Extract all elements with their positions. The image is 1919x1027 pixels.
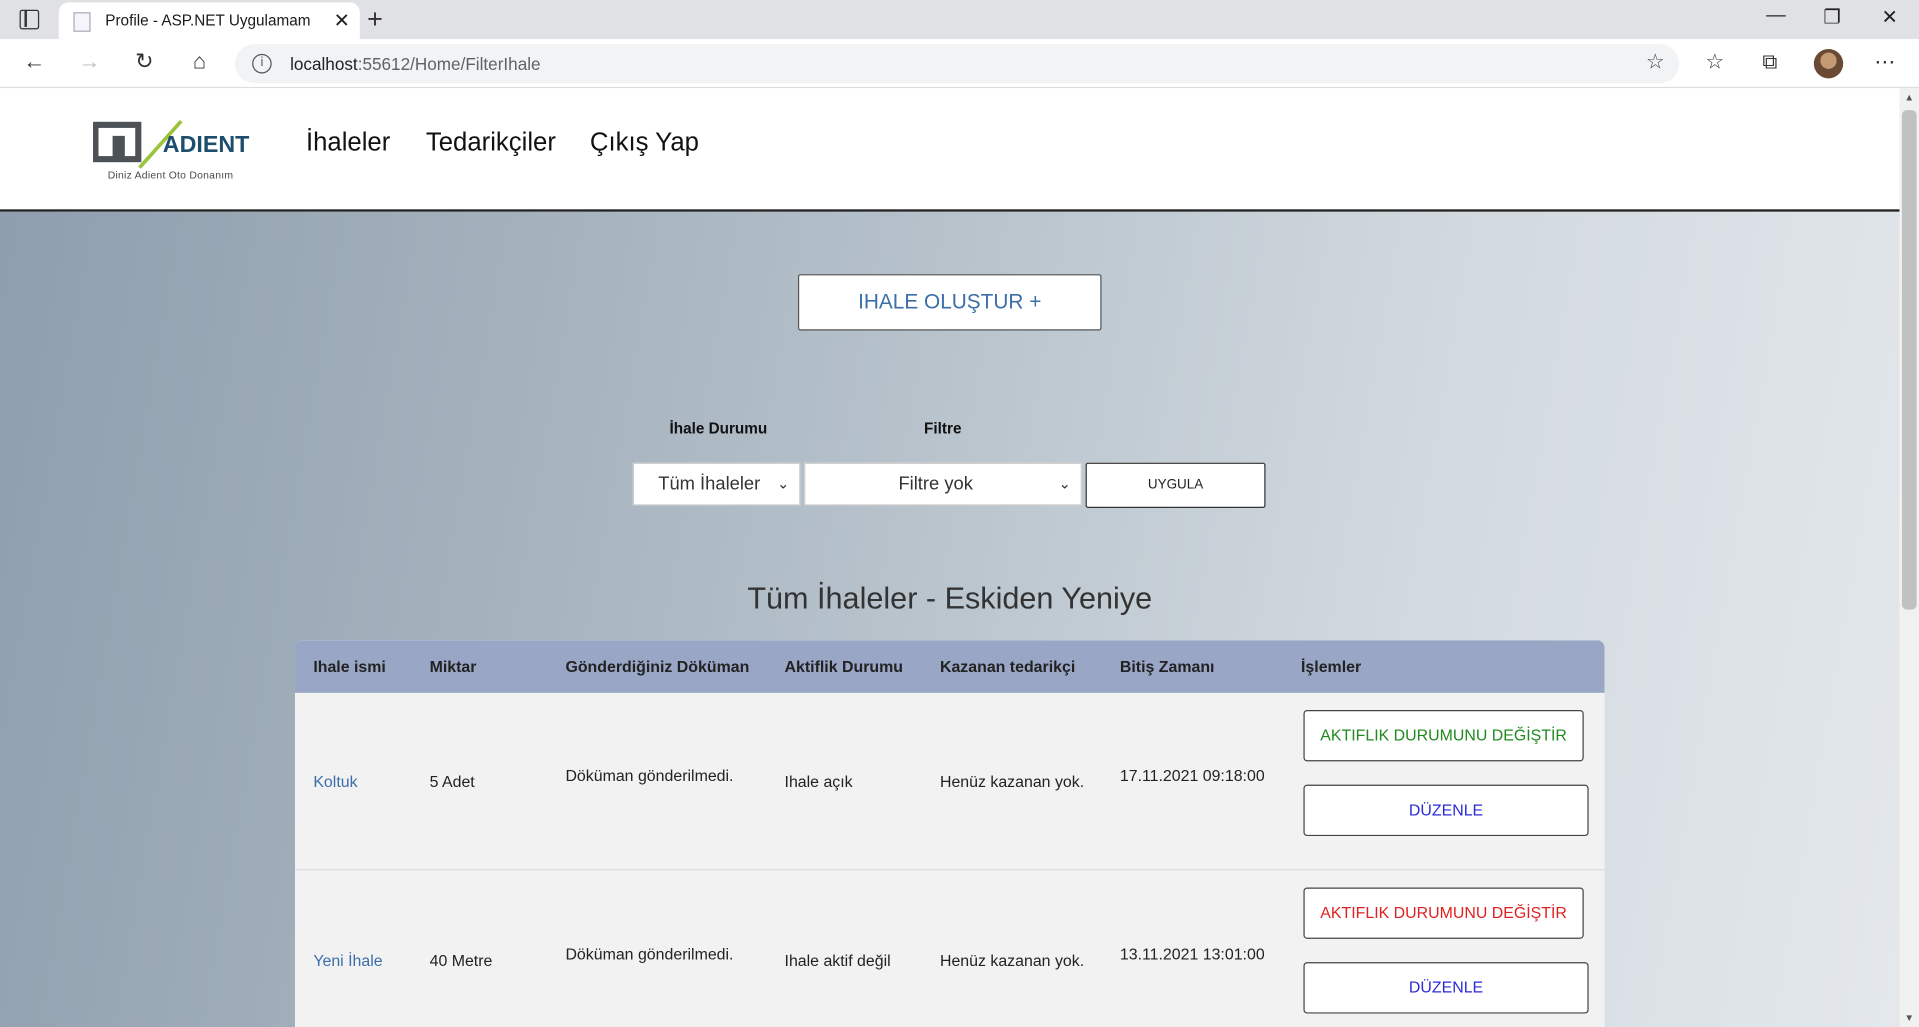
- winner-cell: Henüz kazanan yok.: [939, 772, 1085, 791]
- section-title: Tüm İhaleler - Eskiden Yeniye: [747, 581, 1153, 616]
- amount-cell: 40 Metre: [429, 951, 493, 970]
- table-header: Ihale ismi Miktar Gönderdiğiniz Döküman …: [294, 640, 1605, 693]
- status-select-value: Tüm İhaleler: [658, 473, 761, 495]
- table-row: Koltuk 5 Adet Döküman gönderilmedi. Ihal…: [294, 693, 1605, 871]
- scroll-up-icon[interactable]: ▲: [1904, 92, 1914, 103]
- amount-cell: 5 Adet: [429, 772, 475, 791]
- end-time-cell: 17.11.2021 09:18:00: [1119, 766, 1265, 785]
- column-header: Gönderdiğiniz Döküman: [565, 657, 750, 676]
- column-header: İşlemler: [1301, 657, 1362, 676]
- tab-actions-icon[interactable]: [19, 9, 40, 30]
- winner-cell: Henüz kazanan yok.: [939, 951, 1085, 970]
- back-icon[interactable]: ←: [18, 49, 50, 75]
- info-icon[interactable]: i: [252, 53, 272, 74]
- ihale-name-link[interactable]: Yeni İhale: [313, 951, 382, 969]
- end-time-cell: 13.11.2021 13:01:00: [1119, 945, 1265, 964]
- table-row: Yeni İhale 40 Metre Döküman gönderilmedi…: [295, 870, 1605, 1027]
- create-ihale-button[interactable]: IHALE OLUŞTUR +: [797, 274, 1102, 331]
- chevron-down-icon: ⌄: [777, 474, 790, 493]
- status-cell: Ihale açık: [784, 772, 853, 791]
- edit-button[interactable]: DÜZENLE: [1303, 784, 1589, 837]
- column-header: Aktiflik Durumu: [784, 657, 903, 676]
- address-bar[interactable]: i localhost:55612/Home/FilterIhale ☆: [234, 44, 1680, 84]
- site-header: ADIENT Diniz Adient Oto Donanım İhaleler…: [0, 88, 1900, 212]
- filter-select-value: Filtre yok: [898, 473, 973, 495]
- status-cell: Ihale aktif değil: [784, 951, 891, 970]
- refresh-icon[interactable]: ↻: [129, 49, 161, 75]
- page: ADIENT Diniz Adient Oto Donanım İhaleler…: [0, 88, 1900, 1027]
- close-window-icon[interactable]: ✕: [1865, 5, 1914, 29]
- tab-strip: Profile - ASP.NET Uygulamam ✕ + — ❐ ✕: [0, 0, 1919, 40]
- column-header: Kazanan tedarikçi: [939, 657, 1076, 676]
- nav-cikis-yap[interactable]: Çıkış Yap: [590, 129, 699, 158]
- column-header: Ihale ismi: [313, 657, 386, 676]
- document-cell: Döküman gönderilmedi.: [565, 945, 734, 964]
- svg-text:ADIENT: ADIENT: [163, 131, 250, 157]
- edit-button[interactable]: DÜZENLE: [1303, 962, 1589, 1014]
- status-filter-label: İhale Durumu: [669, 419, 768, 438]
- collections-icon[interactable]: ⧉: [1754, 50, 1786, 74]
- main-content: IHALE OLUŞTUR + İhale Durumu Filtre Tüm …: [0, 211, 1900, 1027]
- add-favorite-icon[interactable]: ☆: [1646, 50, 1665, 74]
- nav-tedarikciler[interactable]: Tedarikçiler: [426, 129, 556, 158]
- ihale-name-link[interactable]: Koltuk: [313, 772, 357, 790]
- scroll-down-icon[interactable]: ▼: [1904, 1012, 1914, 1023]
- browser-toolbar: ← → ↻ ⌂ i localhost:55612/Home/FilterIha…: [0, 39, 1919, 89]
- favicon-icon: [73, 12, 91, 32]
- toggle-status-button[interactable]: AKTIFLIK DURUMUNU DEĞİŞTİR: [1303, 887, 1584, 939]
- minimize-icon[interactable]: —: [1751, 5, 1800, 27]
- home-icon[interactable]: ⌂: [184, 49, 216, 75]
- toggle-status-button[interactable]: AKTIFLIK DURUMUNU DEĞİŞTİR: [1303, 709, 1584, 762]
- logo-caption: Diniz Adient Oto Donanım: [107, 168, 234, 182]
- filter-select[interactable]: Filtre yok ⌄: [804, 462, 1082, 506]
- apply-button[interactable]: UYGULA: [1085, 462, 1266, 509]
- new-tab-icon[interactable]: +: [367, 2, 383, 36]
- close-icon[interactable]: ✕: [334, 9, 350, 33]
- status-select[interactable]: Tüm İhaleler ⌄: [632, 462, 801, 506]
- filter-label: Filtre: [924, 419, 962, 438]
- restore-icon[interactable]: ❐: [1808, 5, 1857, 29]
- profile-avatar[interactable]: [1813, 48, 1844, 79]
- tab-title: Profile - ASP.NET Uygulamam: [105, 12, 311, 30]
- ihale-table: Ihale ismi Miktar Gönderdiğiniz Döküman …: [294, 640, 1605, 1027]
- nav-ihaleler[interactable]: İhaleler: [306, 129, 390, 158]
- scrollbar[interactable]: ▲ ▼: [1899, 88, 1919, 1027]
- url-text[interactable]: localhost:55612/Home/FilterIhale: [290, 54, 541, 74]
- favorites-icon[interactable]: ☆: [1699, 50, 1731, 74]
- forward-icon[interactable]: →: [73, 49, 105, 75]
- browser-tab[interactable]: Profile - ASP.NET Uygulamam ✕: [58, 2, 360, 40]
- chevron-down-icon: ⌄: [1058, 474, 1071, 493]
- more-icon[interactable]: ⋯: [1869, 50, 1901, 74]
- column-header: Bitiş Zamanı: [1119, 657, 1215, 676]
- document-cell: Döküman gönderilmedi.: [565, 766, 734, 785]
- column-header: Miktar: [429, 657, 477, 676]
- scroll-thumb[interactable]: [1901, 110, 1917, 610]
